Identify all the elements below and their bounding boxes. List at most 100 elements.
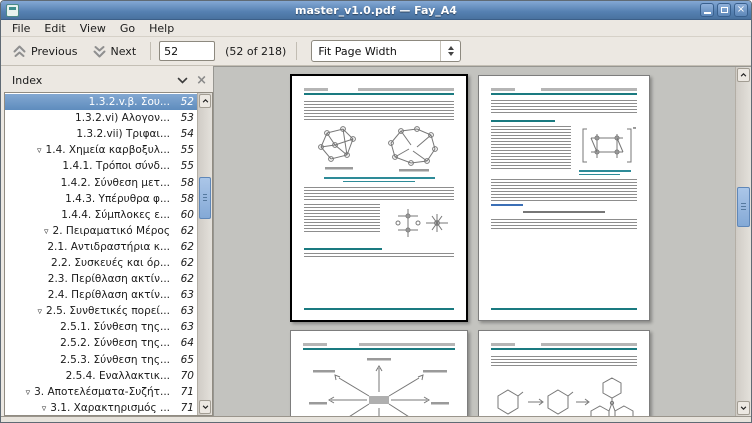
pdf-page[interactable] — [478, 330, 650, 416]
toc-item[interactable]: 1.4.1. Τρόποι σύνδ...55 — [5, 158, 197, 174]
toc-item-title: 2.5.4. Εναλλακτικ... — [11, 370, 170, 382]
toc-item[interactable]: 1.3.2.vii) Τριφαι...54 — [5, 126, 197, 142]
index-tree: 1.3.2.v.β. Σου...521.3.2.vi) Αλογον...53… — [5, 93, 197, 415]
toc-item-title: 2.5.1. Σύνθεση της... — [11, 321, 170, 333]
equation-line — [523, 211, 605, 213]
zoom-level-select[interactable]: Fit Page Width — [311, 40, 461, 62]
toc-item-title: 2.2. Συσκευές και όρ... — [11, 257, 170, 269]
menu-file[interactable]: File — [5, 21, 37, 36]
toc-item-page: 62 — [170, 273, 194, 285]
app-window: master_v1.0.pdf — Fay_A4 × File Edit Vie… — [0, 0, 752, 423]
section-heading-line — [491, 120, 555, 122]
structure-figure-icon — [388, 204, 454, 244]
page-footer-rule — [304, 308, 454, 312]
scroll-down-icon[interactable] — [737, 401, 750, 415]
toc-item[interactable]: ▿1.4. Χημεία καρβοξυλ...55 — [5, 142, 197, 158]
main-scroll-thumb[interactable] — [737, 187, 750, 227]
toc-item-title: 1.4.4. Σύμπλοκες ε... — [11, 209, 170, 221]
scroll-up-icon[interactable] — [199, 94, 211, 108]
toc-item[interactable]: 2.5.1. Σύνθεση της...63 — [5, 319, 197, 335]
pdf-page[interactable] — [290, 330, 468, 416]
toc-item-page: 60 — [170, 209, 194, 221]
toc-item[interactable]: ▿2.5. Συνθετικές πορεί...63 — [5, 303, 197, 319]
toc-item[interactable]: 2.3. Περίθλαση ακτίν...62 — [5, 271, 197, 287]
page-header-rule — [491, 88, 637, 95]
toc-item-page: 71 — [170, 402, 194, 414]
toc-item-title: ▿3.1. Χαρακτηρισμός ... — [11, 402, 170, 414]
toc-item-page: 54 — [170, 128, 194, 140]
toc-item[interactable]: ▿2. Πειραματικό Μέρος62 — [5, 223, 197, 239]
title-bar[interactable]: master_v1.0.pdf — Fay_A4 × — [1, 1, 751, 20]
page-footer-rule — [491, 308, 637, 312]
expander-icon[interactable]: ▿ — [26, 388, 31, 398]
toc-item[interactable]: 1.4.2. Σύνθεση μετ...58 — [5, 174, 197, 190]
zoom-level-value: Fit Page Width — [312, 45, 440, 58]
pdf-page-current[interactable] — [290, 74, 468, 322]
expander-icon[interactable]: ▿ — [38, 307, 43, 317]
toc-item-title: 2.4. Περίθλαση ακτίν... — [11, 289, 170, 301]
expander-icon[interactable]: ▿ — [44, 227, 49, 237]
toc-item[interactable]: 2.5.2. Σύνθεση της...64 — [5, 335, 197, 351]
toc-item-title: ▿2.5. Συνθετικές πορεί... — [11, 305, 170, 317]
toc-item-title: ▿2. Πειραματικό Μέρος — [11, 225, 170, 237]
menu-go[interactable]: Go — [113, 21, 142, 36]
toc-item-title: 2.1. Αντιδραστήρια κ... — [11, 241, 170, 253]
toc-item-page: 63 — [170, 289, 194, 301]
toc-item-page: 63 — [170, 321, 194, 333]
close-sidebar-icon[interactable]: × — [196, 74, 207, 87]
toc-item-page: 62 — [170, 225, 194, 237]
page-number-input[interactable] — [159, 41, 215, 61]
bracket-structure-icon — [579, 126, 637, 168]
toc-item[interactable]: 2.5.3. Σύνθεση της...65 — [5, 352, 197, 368]
sidebar-scroll-thumb[interactable] — [199, 177, 211, 219]
toc-item-page: 58 — [170, 177, 194, 189]
main-scrollbar[interactable] — [735, 67, 751, 416]
toc-item-page: 52 — [170, 96, 194, 108]
maximize-button[interactable] — [717, 3, 731, 17]
previous-button[interactable]: Previous — [6, 42, 84, 61]
reference-link-line — [491, 204, 523, 206]
toc-item[interactable]: 1.4.3. Υπέρυθρα φ...58 — [5, 191, 197, 207]
close-button[interactable]: × — [734, 3, 748, 17]
molecule-figure-icon — [313, 125, 365, 175]
window-title: master_v1.0.pdf — Fay_A4 — [1, 4, 751, 17]
toc-item[interactable]: ▿3. Αποτελέσματα-Συζήτ...71 — [5, 384, 197, 400]
toc-item-title: 1.4.1. Τρόποι σύνδ... — [11, 160, 170, 172]
toc-item-title: 2.5.2. Σύνθεση της... — [11, 337, 170, 349]
chevron-down-icon[interactable] — [177, 77, 188, 84]
scroll-down-icon[interactable] — [199, 400, 211, 414]
page-header-rule — [304, 88, 454, 95]
sidebar-scrollbar[interactable] — [197, 93, 212, 415]
toc-item-title: 1.3.2.v.β. Σου... — [11, 96, 170, 108]
pdf-page[interactable] — [478, 75, 650, 321]
benzene-reaction-scheme-icon — [490, 372, 638, 416]
page-header-rule — [491, 343, 637, 350]
sidebar-title: Index — [12, 74, 42, 87]
menu-view[interactable]: View — [73, 21, 113, 36]
radial-reaction-scheme-icon — [309, 358, 449, 416]
document-view — [213, 66, 751, 416]
scroll-up-icon[interactable] — [737, 68, 750, 82]
expander-icon[interactable]: ▿ — [42, 404, 47, 414]
toc-item-title: ▿3. Αποτελέσματα-Συζήτ... — [11, 386, 170, 398]
toc-item[interactable]: 2.5.4. Εναλλακτικ...70 — [5, 368, 197, 384]
toc-item[interactable]: 1.3.2.vi) Αλογον...53 — [5, 110, 197, 126]
toc-item[interactable]: 1.3.2.v.β. Σου...52 — [5, 94, 197, 110]
toc-item-title: 1.4.2. Σύνθεση μετ... — [11, 177, 170, 189]
toc-item-title: 1.4.3. Υπέρυθρα φ... — [11, 193, 170, 205]
sidebar-header: Index × — [4, 68, 213, 92]
toc-item-page: 63 — [170, 305, 194, 317]
menu-help[interactable]: Help — [142, 21, 181, 36]
next-button[interactable]: Next — [86, 42, 143, 61]
toc-item[interactable]: 2.1. Αντιδραστήρια κ...62 — [5, 239, 197, 255]
toc-item[interactable]: ▿3.1. Χαρακτηρισμός ...71 — [5, 400, 197, 415]
menu-edit[interactable]: Edit — [37, 21, 72, 36]
minimize-button[interactable] — [700, 3, 714, 17]
expander-icon[interactable]: ▿ — [37, 146, 42, 156]
toc-item[interactable]: 1.4.4. Σύμπλοκες ε...60 — [5, 207, 197, 223]
figure-caption — [304, 175, 454, 182]
document-canvas[interactable] — [214, 67, 735, 416]
toc-item[interactable]: 2.4. Περίθλαση ακτίν...63 — [5, 287, 197, 303]
toc-item[interactable]: 2.2. Συσκευές και όρ...62 — [5, 255, 197, 271]
sidebar: Index × 1.3.2.v.β. Σου...521.3.2.vi) Αλο… — [1, 66, 213, 416]
